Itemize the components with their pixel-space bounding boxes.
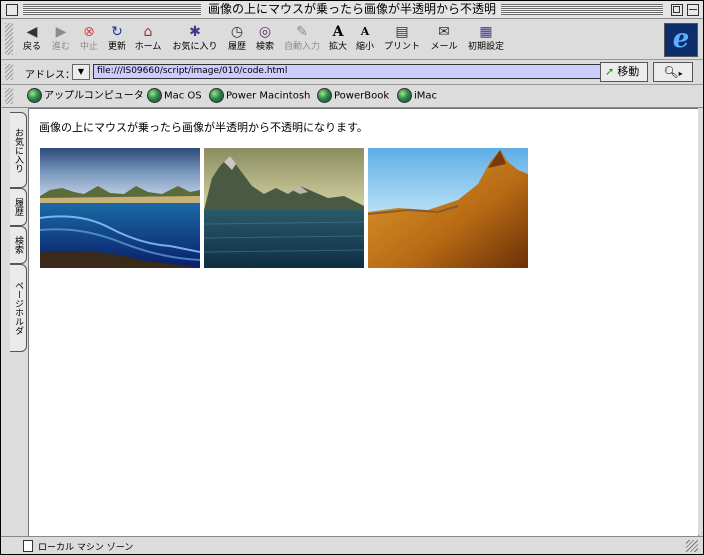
go-button[interactable]: ➚ 移動 <box>600 62 648 82</box>
print-label: プリント <box>383 42 420 52</box>
home-icon: ⌂ <box>143 24 153 40</box>
home-label: ホーム <box>134 42 162 52</box>
favorite-label: アップルコンピュータ <box>44 90 144 102</box>
go-arrow-icon: ➚ <box>605 65 615 78</box>
status-bar: ローカル マシン ゾーン <box>1 536 703 554</box>
favorite-link-power-macintosh[interactable]: Power Macintosh <box>209 88 310 104</box>
globe-icon <box>147 88 162 103</box>
autofill-icon: ✎ <box>296 24 308 40</box>
address-label: アドレス： <box>25 70 75 81</box>
refresh-icon: ↻ <box>111 24 123 40</box>
window-title: 画像の上にマウスが乗ったら画像が半透明から不透明 <box>207 2 496 16</box>
print-icon: ▤ <box>395 24 409 40</box>
tab-page-holder[interactable]: ページホルダ <box>10 264 27 352</box>
globe-icon <box>317 88 332 103</box>
text-larger-button[interactable]: A 拡大 <box>326 23 350 57</box>
title-bar[interactable]: 画像の上にマウスが乗ったら画像が半透明から不透明 <box>1 1 703 19</box>
mail-icon: ✉ <box>438 24 450 40</box>
stop-label: 中止 <box>79 42 98 52</box>
collapse-box[interactable] <box>687 4 699 16</box>
forward-label: 進む <box>51 42 70 52</box>
address-bar: アドレス： ▼ ➚移動 🔍︎▸ <box>1 60 703 85</box>
tab-history[interactable]: 履歴 <box>10 188 27 226</box>
toolbar-grip[interactable] <box>5 23 13 55</box>
toolbar: ◀ 戻る ▶ 進む ⊗ 中止 ↻ 更新 ⌂ ホーム ✱ お気に入り ◷ 履歴 ◎ <box>1 19 703 60</box>
favorite-label: iMac <box>414 90 438 102</box>
home-button[interactable]: ⌂ ホーム <box>133 23 163 57</box>
ie-logo-letter: e <box>672 24 690 54</box>
zoom-box[interactable] <box>671 4 683 16</box>
favorite-link-powerbook[interactable]: PowerBook <box>317 88 389 104</box>
search-options-button[interactable]: 🔍︎▸ <box>653 62 693 82</box>
stop-icon: ⊗ <box>83 24 95 40</box>
mail-label: メール <box>430 42 458 52</box>
page-content: 画像の上にマウスが乗ったら画像が半透明から不透明になります。 <box>28 108 699 537</box>
status-zone-text: ローカル マシン ゾーン <box>38 543 134 553</box>
magnifier-icon: 🔍︎ <box>663 65 679 79</box>
favorites-button[interactable]: ✱ お気に入り <box>169 23 221 57</box>
globe-icon <box>209 88 224 103</box>
search-button[interactable]: ◎ 検索 <box>252 23 278 57</box>
favorite-label: PowerBook <box>334 90 390 102</box>
beach-landscape-image[interactable] <box>40 148 200 268</box>
tab-search[interactable]: 検索 <box>10 226 27 264</box>
chevron-down-icon: ▼ <box>77 67 85 76</box>
favorites-label: お気に入り <box>172 42 218 52</box>
forward-button[interactable]: ▶ 進む <box>48 23 74 57</box>
favorite-label: Power Macintosh <box>226 90 311 102</box>
preferences-button[interactable]: ▦ 初期設定 <box>466 23 506 57</box>
stop-button[interactable]: ⊗ 中止 <box>76 23 102 57</box>
explorer-side-tabs: お気に入り 履歴 検索 ページホルダ <box>1 108 28 535</box>
local-zone-icon <box>23 540 33 552</box>
preferences-icon: ▦ <box>479 24 493 40</box>
globe-icon <box>27 88 42 103</box>
address-grip[interactable] <box>5 64 13 80</box>
favorite-link-apple[interactable]: アップルコンピュータ <box>27 88 144 104</box>
refresh-label: 更新 <box>107 42 126 52</box>
favorite-label: Mac OS <box>164 90 202 102</box>
ie-logo-icon: e <box>664 23 698 57</box>
history-button[interactable]: ◷ 履歴 <box>224 23 250 57</box>
globe-icon <box>397 88 412 103</box>
print-button[interactable]: ▤ プリント <box>382 23 422 57</box>
favorite-link-imac[interactable]: iMac <box>397 88 437 104</box>
resize-grip[interactable] <box>686 540 698 552</box>
back-button[interactable]: ◀ 戻る <box>19 23 45 57</box>
mail-button[interactable]: ✉ メール <box>428 23 460 57</box>
search-label: 検索 <box>255 42 274 52</box>
favorites-bar: アップルコンピュータ Mac OS Power Macintosh PowerB… <box>1 85 703 108</box>
arrow-icon: ▸ <box>678 69 683 78</box>
mountain-lake-image[interactable] <box>204 148 364 268</box>
browser-window: 画像の上にマウスが乗ったら画像が半透明から不透明 ◀ 戻る ▶ 進む ⊗ 中止 … <box>0 0 704 555</box>
autofill-label: 自動入力 <box>283 42 320 52</box>
window-right-edge <box>698 108 703 535</box>
autofill-button[interactable]: ✎ 自動入力 <box>281 23 323 57</box>
forward-arrow-icon: ▶ <box>55 24 67 40</box>
address-input[interactable] <box>93 64 603 79</box>
page-text: 画像の上にマウスが乗ったら画像が半透明から不透明になります。 <box>39 121 368 134</box>
text-smaller-label: 縮小 <box>355 42 374 52</box>
desert-peak-image[interactable] <box>368 148 528 268</box>
title-stripes-left <box>23 4 201 15</box>
refresh-button[interactable]: ↻ 更新 <box>104 23 130 57</box>
favorites-grip[interactable] <box>5 88 13 104</box>
favorites-icon: ✱ <box>189 24 201 40</box>
back-label: 戻る <box>22 42 41 52</box>
close-box[interactable] <box>6 4 18 16</box>
text-smaller-icon: A <box>360 25 370 38</box>
address-history-dropdown[interactable]: ▼ <box>72 64 90 80</box>
text-larger-label: 拡大 <box>328 42 347 52</box>
text-smaller-button[interactable]: A 縮小 <box>353 23 377 57</box>
title-stripes-right <box>501 4 663 15</box>
search-icon: ◎ <box>258 24 272 40</box>
favorite-link-macos[interactable]: Mac OS <box>147 88 202 104</box>
go-label: 移動 <box>617 65 640 78</box>
history-icon: ◷ <box>230 24 244 40</box>
preferences-label: 初期設定 <box>467 42 504 52</box>
text-larger-icon: A <box>332 24 344 40</box>
history-label: 履歴 <box>227 42 246 52</box>
back-arrow-icon: ◀ <box>26 24 38 40</box>
tab-favorites[interactable]: お気に入り <box>10 112 27 188</box>
